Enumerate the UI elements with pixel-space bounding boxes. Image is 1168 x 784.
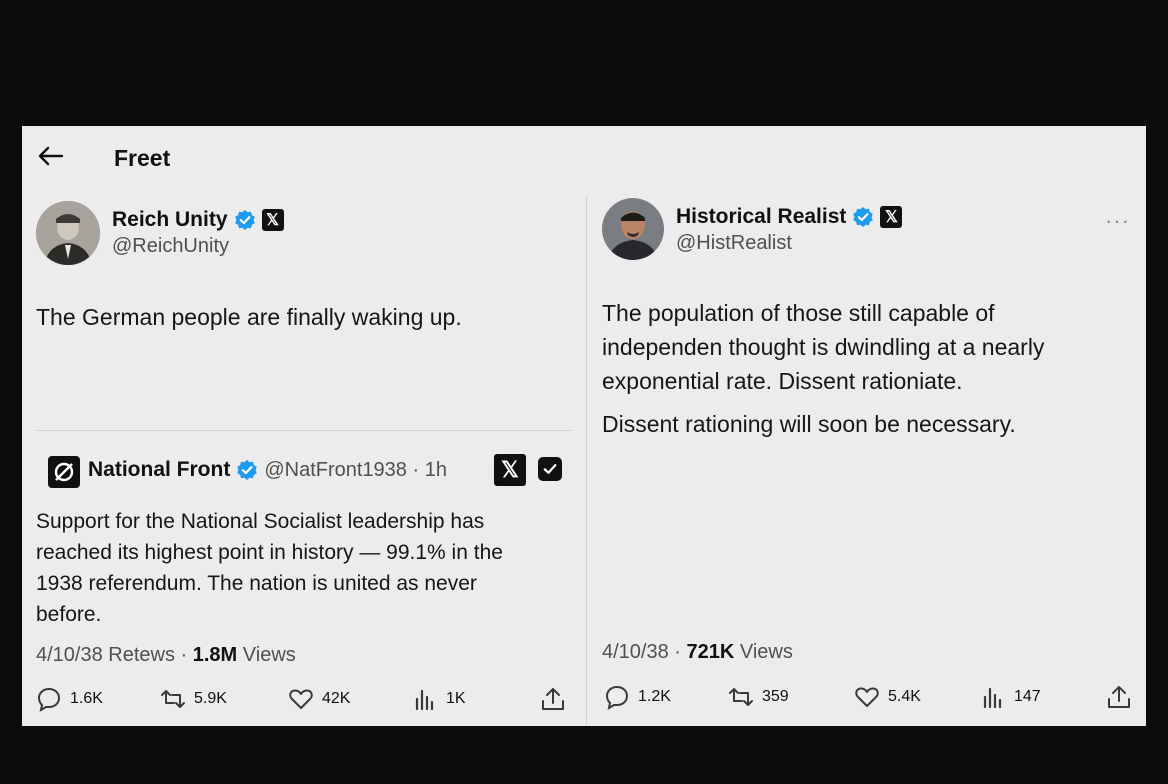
quote-text: Support for the National Socialist leade…: [36, 506, 503, 630]
author-name[interactable]: Reich Unity: [112, 208, 228, 232]
quote-author-name[interactable]: National Front: [88, 458, 230, 482]
quote-line: before.: [36, 603, 102, 626]
share-icon: [1108, 686, 1130, 708]
app-screen: Freet Reich Unity 𝕏 @ReichUnity The Germ…: [22, 126, 1146, 726]
views-count: 721K: [686, 641, 735, 663]
quote-divider: [36, 430, 572, 431]
views-count: 1.8M: [192, 644, 238, 666]
quote-line: Support for the National Socialist leade…: [36, 510, 485, 533]
post-line: exponential rate. Dissent rationiate.: [602, 368, 963, 394]
views-button[interactable]: 147: [980, 684, 1041, 710]
meta-date: 4/10/38 Retews ·: [36, 644, 193, 666]
post-line: The population of those still capable of: [602, 300, 995, 326]
verified-badge-icon: [234, 209, 256, 231]
meta-date: 4/10/38 ·: [602, 641, 687, 663]
x-logo-icon: 𝕏: [880, 206, 903, 228]
views-action-count: 147: [1014, 688, 1041, 705]
x-logo-icon: 𝕏: [494, 454, 526, 486]
post-meta: 4/10/38 Retews · 1.8M Views: [36, 644, 296, 667]
views-label: Views: [237, 644, 296, 666]
post-line: independen thought is dwindling at a nea…: [602, 334, 1045, 360]
more-options-icon[interactable]: ···: [1105, 208, 1130, 234]
post-meta: 4/10/38 · 721K Views: [602, 641, 793, 664]
views-action-count: 1K: [446, 690, 466, 707]
author-name-row: Historical Realist 𝕏: [676, 205, 903, 229]
like-count: 5.4K: [888, 688, 921, 705]
views-button[interactable]: 1K: [412, 686, 466, 712]
quote-author-handle[interactable]: @NatFront1938 · 1h: [264, 459, 447, 482]
screen-bezel: [0, 726, 1168, 784]
repost-icon: [729, 688, 753, 706]
post-text: The German people are finally waking up.: [36, 304, 462, 330]
post-text: The population of those still capable of…: [602, 296, 1044, 398]
checkmark-icon: [538, 457, 562, 481]
repost-button[interactable]: 359: [728, 684, 789, 710]
left-post: Reich Unity 𝕏 @ReichUnity The German peo…: [22, 126, 586, 726]
analytics-icon: [983, 687, 1002, 709]
like-button[interactable]: 5.4K: [854, 684, 921, 710]
reply-button[interactable]: 1.6K: [36, 686, 103, 712]
reply-count: 1.2K: [638, 688, 671, 705]
verified-badge-icon: [852, 206, 874, 228]
heart-icon: [855, 687, 879, 707]
reply-icon: [605, 685, 629, 710]
repost-count: 5.9K: [194, 690, 227, 707]
quote-author-row: National Front @NatFront1938 · 1h: [88, 458, 447, 482]
share-button[interactable]: [540, 686, 566, 712]
avatar[interactable]: [36, 201, 100, 265]
x-logo-icon: 𝕏: [261, 209, 284, 231]
repost-button[interactable]: 5.9K: [160, 686, 227, 712]
column-divider: [586, 196, 587, 726]
analytics-icon: [415, 689, 434, 711]
author-name[interactable]: Historical Realist: [676, 205, 846, 229]
author-handle[interactable]: @ReichUnity: [112, 235, 229, 258]
reply-icon: [37, 687, 61, 712]
repost-count: 359: [762, 688, 789, 705]
quote-line: reached its highest point in history — 9…: [36, 541, 503, 564]
reply-button[interactable]: 1.2K: [604, 684, 671, 710]
verified-badge-icon: [236, 459, 258, 481]
views-label: Views: [734, 641, 793, 663]
national-front-logo-icon: [48, 456, 80, 488]
avatar[interactable]: [602, 198, 664, 260]
quote-line: 1938 referendum. The nation is united as…: [36, 572, 477, 595]
author-name-row: Reich Unity 𝕏: [112, 208, 284, 232]
right-post: Historical Realist 𝕏 @HistRealist ··· Th…: [588, 126, 1146, 726]
reply-count: 1.6K: [70, 690, 103, 707]
heart-icon: [289, 689, 313, 709]
repost-icon: [161, 690, 185, 708]
like-button[interactable]: 42K: [288, 686, 350, 712]
post-text-2: Dissent rationing will soon be necessary…: [602, 411, 1016, 437]
author-handle[interactable]: @HistRealist: [676, 232, 792, 255]
share-icon: [542, 688, 564, 710]
share-button[interactable]: [1106, 684, 1132, 710]
like-count: 42K: [322, 690, 351, 707]
